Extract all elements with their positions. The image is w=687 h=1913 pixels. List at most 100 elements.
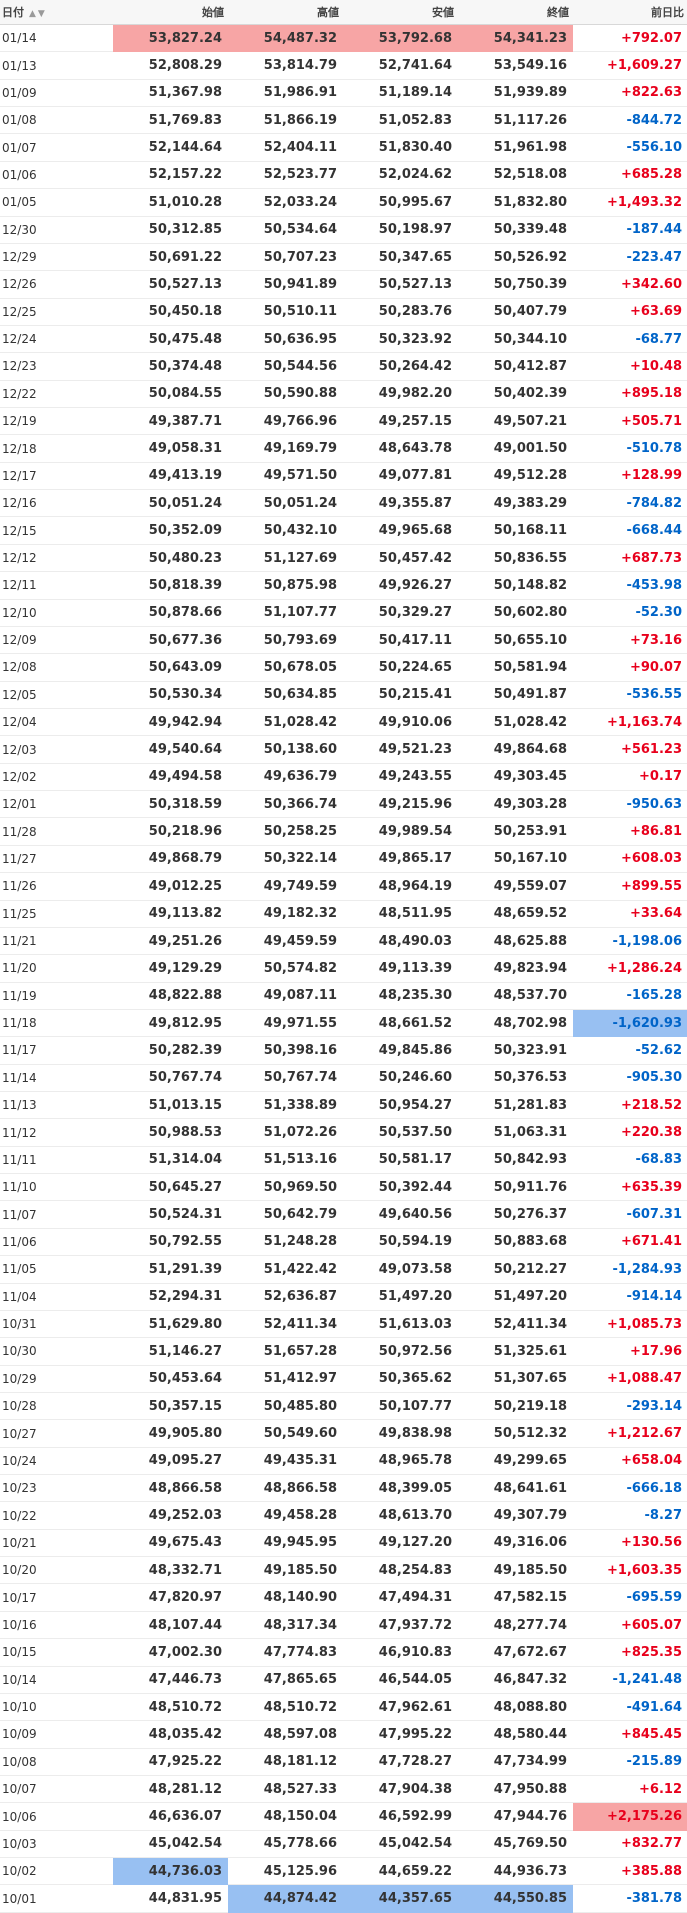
table-row: 01/05 51,010.28 52,033.24 50,995.67 51,832.8…: [0, 188, 687, 217]
table-row: 10/29 50,453.64 51,412.97 50,365.62 51,307.6…: [0, 1365, 687, 1393]
cell-high: 51,866.19: [228, 106, 343, 135]
cell-open: 50,084.55: [113, 380, 228, 409]
cell-close: 46,847.32: [458, 1666, 573, 1694]
cell-low: 50,972.56: [343, 1337, 458, 1366]
cell-change: -491.64: [573, 1693, 687, 1722]
cell-date: 01/07: [0, 133, 113, 162]
cell-high: 50,432.10: [228, 516, 343, 545]
cell-high: 52,523.77: [228, 161, 343, 190]
cell-change: -1,241.48: [573, 1666, 687, 1694]
cell-low: 50,581.17: [343, 1146, 458, 1175]
cell-date: 11/07: [0, 1200, 113, 1229]
table-row: 10/28 50,357.15 50,485.80 50,107.77 50,219.1…: [0, 1392, 687, 1421]
cell-high: 48,597.08: [228, 1720, 343, 1749]
column-header-date[interactable]: 日付 ▲▼: [0, 0, 113, 25]
cell-high: 50,767.74: [228, 1064, 343, 1093]
cell-high: 48,527.33: [228, 1775, 343, 1804]
cell-change: -68.77: [573, 325, 687, 354]
table-row: 12/12 50,480.23 51,127.69 50,457.42 50,836.5…: [0, 544, 687, 573]
cell-low: 47,728.27: [343, 1748, 458, 1777]
cell-open: 49,675.43: [113, 1529, 228, 1558]
cell-high: 50,941.89: [228, 270, 343, 299]
cell-low: 49,989.54: [343, 817, 458, 846]
cell-change: +845.45: [573, 1720, 687, 1749]
cell-date: 11/14: [0, 1064, 113, 1093]
cell-high: 50,590.88: [228, 380, 343, 409]
cell-close: 49,299.65: [458, 1447, 573, 1476]
cell-close: 49,507.21: [458, 407, 573, 436]
sort-up-down-icon[interactable]: ▲▼: [29, 9, 47, 19]
cell-open: 50,357.15: [113, 1392, 228, 1421]
cell-low: 48,490.03: [343, 927, 458, 956]
cell-high: 49,571.50: [228, 462, 343, 491]
cell-close: 50,883.68: [458, 1228, 573, 1257]
cell-open: 50,453.64: [113, 1365, 228, 1393]
cell-date: 12/16: [0, 489, 113, 518]
cell-change: +86.81: [573, 817, 687, 846]
cell-change: +605.07: [573, 1611, 687, 1640]
cell-low: 49,926.27: [343, 571, 458, 600]
table-row: 11/21 49,251.26 49,459.59 48,490.03 48,625.8…: [0, 927, 687, 956]
cell-date: 12/03: [0, 735, 113, 764]
cell-low: 50,215.41: [343, 681, 458, 709]
cell-open: 48,510.72: [113, 1693, 228, 1722]
cell-close: 50,491.87: [458, 681, 573, 709]
cell-date: 10/06: [0, 1802, 113, 1831]
cell-date: 11/28: [0, 817, 113, 846]
cell-close: 50,526.92: [458, 243, 573, 272]
cell-low: 48,964.19: [343, 872, 458, 901]
cell-change: -666.18: [573, 1474, 687, 1503]
table-row: 10/21 49,675.43 49,945.95 49,127.20 49,316.0…: [0, 1529, 687, 1558]
cell-low: 49,845.86: [343, 1036, 458, 1065]
table-row: 11/11 51,314.04 51,513.16 50,581.17 50,842.9…: [0, 1146, 687, 1175]
cell-high: 51,657.28: [228, 1337, 343, 1366]
cell-low: 51,613.03: [343, 1310, 458, 1339]
table-row: 11/05 51,291.39 51,422.42 49,073.58 50,212.2…: [0, 1255, 687, 1284]
cell-low: 45,042.54: [343, 1830, 458, 1859]
cell-open: 50,352.09: [113, 516, 228, 545]
cell-close: 51,281.83: [458, 1091, 573, 1120]
cell-low: 48,661.52: [343, 1009, 458, 1038]
cell-low: 48,235.30: [343, 982, 458, 1010]
cell-date: 11/17: [0, 1036, 113, 1065]
cell-change: -607.31: [573, 1200, 687, 1229]
cell-high: 51,412.97: [228, 1365, 343, 1393]
cell-open: 49,252.03: [113, 1501, 228, 1530]
cell-high: 50,485.80: [228, 1392, 343, 1421]
cell-high: 50,510.11: [228, 298, 343, 326]
cell-close: 51,325.61: [458, 1337, 573, 1366]
table-row: 11/27 49,868.79 50,322.14 49,865.17 50,167.1…: [0, 845, 687, 874]
cell-open: 50,527.13: [113, 270, 228, 299]
cell-date: 10/17: [0, 1583, 113, 1612]
table-row: 12/25 50,450.18 50,510.11 50,283.76 50,407.7…: [0, 298, 687, 326]
cell-open: 49,251.26: [113, 927, 228, 956]
cell-close: 47,582.15: [458, 1583, 573, 1612]
cell-open: 49,413.19: [113, 462, 228, 491]
cell-high: 52,404.11: [228, 133, 343, 162]
stock-history-table-container: 日付 ▲▼ 始値 高値 安値 終値 前日比 01/14 53,827.24 54,48…: [0, 0, 687, 1913]
cell-close: 47,950.88: [458, 1775, 573, 1804]
cell-date: 12/12: [0, 544, 113, 573]
cell-date: 12/17: [0, 462, 113, 491]
column-header-change: 前日比: [573, 0, 687, 25]
cell-date: 12/08: [0, 653, 113, 682]
cell-close: 49,512.28: [458, 462, 573, 491]
cell-low: 49,640.56: [343, 1200, 458, 1229]
cell-high: 49,182.32: [228, 900, 343, 928]
cell-high: 50,051.24: [228, 489, 343, 518]
table-row: 01/13 52,808.29 53,814.79 52,741.64 53,549.1…: [0, 51, 687, 80]
cell-change: -1,284.93: [573, 1255, 687, 1284]
cell-open: 51,010.28: [113, 188, 228, 217]
column-header-close: 終値: [458, 0, 573, 25]
cell-date: 10/09: [0, 1720, 113, 1749]
cell-open: 44,831.95: [113, 1884, 228, 1913]
table-row: 11/06 50,792.55 51,248.28 50,594.19 50,883.6…: [0, 1228, 687, 1257]
table-row: 12/10 50,878.66 51,107.77 50,329.27 50,602.8…: [0, 599, 687, 627]
cell-date: 11/11: [0, 1146, 113, 1175]
table-row: 10/27 49,905.80 50,549.60 49,838.98 50,512.3…: [0, 1419, 687, 1448]
cell-open: 51,629.80: [113, 1310, 228, 1339]
cell-open: 47,820.97: [113, 1583, 228, 1612]
cell-high: 50,642.79: [228, 1200, 343, 1229]
cell-date: 12/22: [0, 380, 113, 409]
cell-close: 47,944.76: [458, 1802, 573, 1831]
